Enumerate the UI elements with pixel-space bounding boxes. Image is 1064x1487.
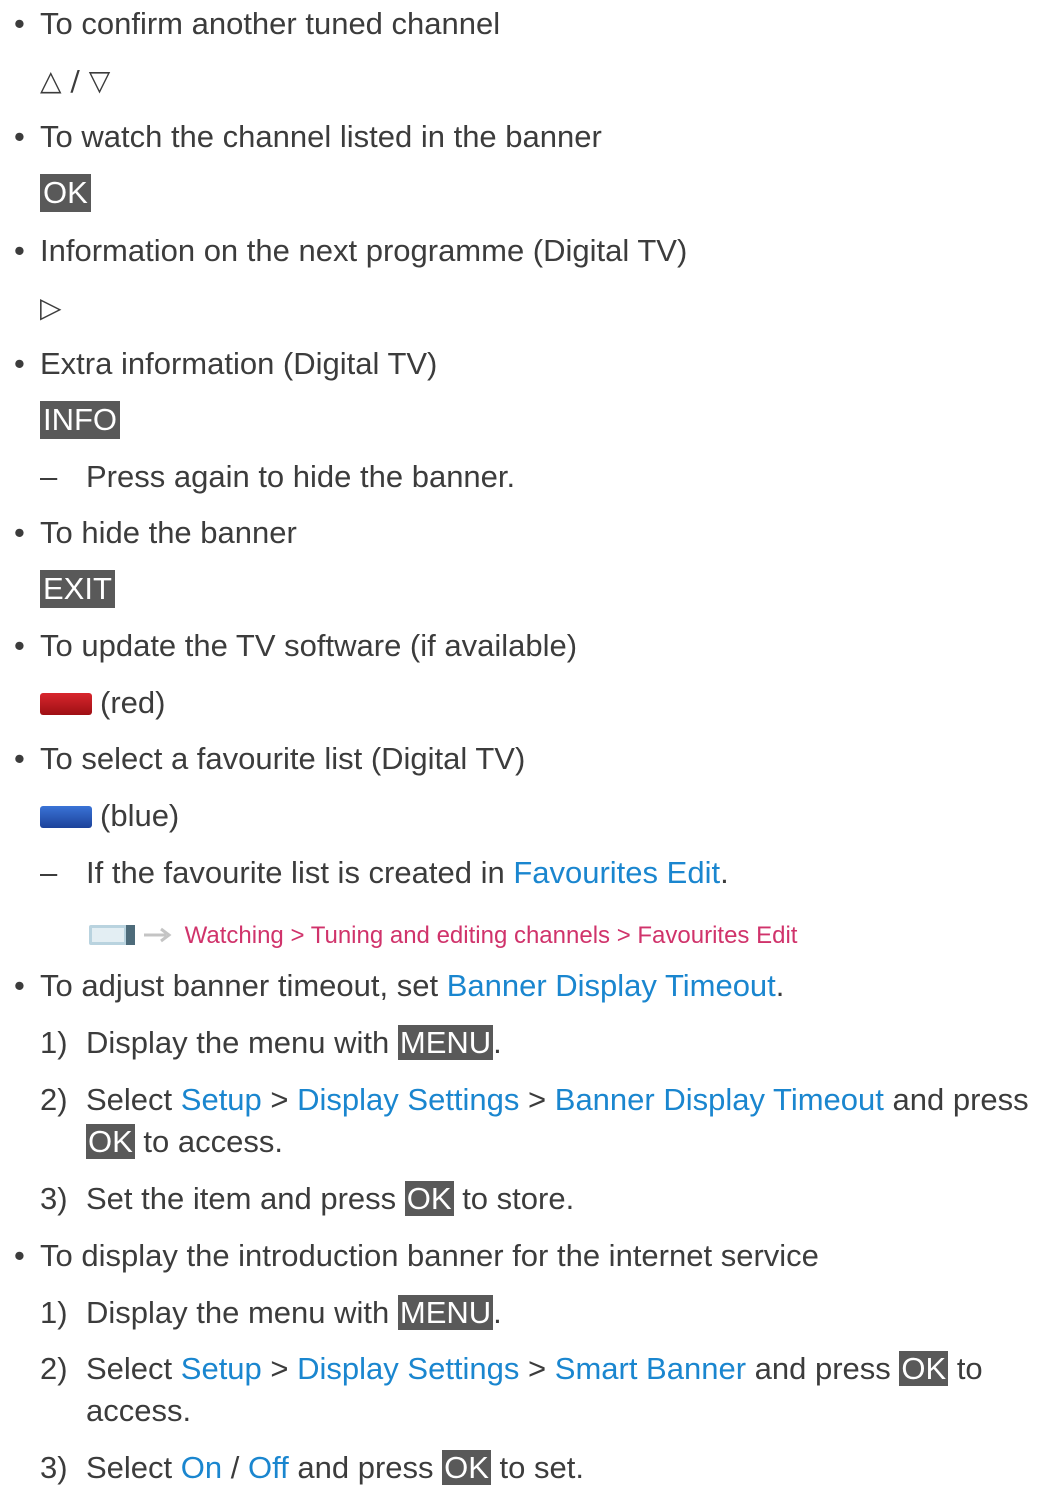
red-button-icon	[40, 693, 92, 715]
ok-key: OK	[404, 1181, 454, 1216]
step-text: Set the item and press OK to store.	[86, 1180, 574, 1218]
bullet-dot: •	[14, 346, 25, 381]
red-label: (red)	[100, 685, 166, 720]
bullet-dot: •	[14, 515, 25, 550]
fav-note: If the favourite list is created in Favo…	[86, 854, 729, 892]
period: .	[493, 1295, 502, 1330]
dash: –	[40, 459, 58, 494]
display-settings-link[interactable]: Display Settings	[297, 1351, 519, 1386]
banner-display-timeout-link[interactable]: Banner Display Timeout	[555, 1082, 884, 1117]
step-text-label: Select	[86, 1082, 181, 1117]
step-text-label: to	[948, 1351, 983, 1386]
ok-key-label: OK	[40, 174, 91, 212]
period: .	[720, 855, 729, 890]
step-number: 1)	[40, 1295, 68, 1330]
dash-note: –	[40, 458, 57, 496]
fav-note-text: If the favourite list is created in	[86, 855, 514, 890]
red-button-row: (red)	[40, 684, 165, 722]
banner-display-timeout-link[interactable]: Banner Display Timeout	[447, 968, 776, 1003]
step-number: 3)	[40, 1450, 68, 1485]
period: .	[775, 968, 785, 1003]
bullet-item: •	[14, 5, 25, 43]
setup-link[interactable]: Setup	[181, 1082, 262, 1117]
step-text: Display the menu with MENU.	[86, 1024, 502, 1062]
exit-key: EXIT	[40, 570, 115, 608]
blue-button-row: (blue)	[40, 797, 179, 835]
separator: /	[222, 1450, 248, 1485]
step-text-label: to set.	[490, 1450, 584, 1485]
menu-key: MENU	[397, 1295, 494, 1330]
step-text: Display the menu with MENU.	[86, 1294, 502, 1332]
bullet-text: Extra information (Digital TV)	[40, 346, 438, 381]
bullet-text: To adjust banner timeout, set Banner Dis…	[40, 967, 784, 1005]
reference-arrow-icon	[89, 925, 172, 945]
step-text-cont: access.	[86, 1393, 192, 1428]
step-text: Select Setup > Display Settings > Banner…	[86, 1081, 1029, 1119]
bullet-dot: •	[14, 628, 25, 663]
ok-key: OK	[40, 174, 91, 212]
step-text-label: Display the menu with	[86, 1295, 398, 1330]
exit-key-label: EXIT	[40, 570, 115, 608]
bullet-text: To hide the banner	[40, 515, 297, 550]
bullet-text: To watch the channel listed in the banne…	[40, 119, 602, 154]
timeout-text: To adjust banner timeout, set	[40, 968, 447, 1003]
step-text: Select On / Off and press OK to set.	[86, 1449, 584, 1487]
bullet-text: To confirm another tuned channel	[40, 6, 501, 41]
step-text-label: Select	[86, 1450, 181, 1485]
step-text-label: and press	[746, 1351, 900, 1386]
off-link[interactable]: Off	[248, 1450, 289, 1485]
favourites-edit-link[interactable]: Favourites Edit	[513, 855, 720, 890]
smart-banner-link[interactable]: Smart Banner	[555, 1351, 746, 1386]
ok-key: OK	[86, 1124, 135, 1159]
up-down-keys: △ / ▽	[40, 64, 111, 97]
bullet-text: To update the TV software (if available)	[40, 628, 578, 663]
info-key-label: INFO	[40, 401, 121, 439]
info-key: INFO	[40, 401, 121, 439]
bullet-text: To select a favourite list (Digital TV)	[40, 741, 526, 776]
separator: >	[261, 1351, 298, 1386]
step-number: 3)	[40, 1181, 68, 1216]
blue-button-icon	[40, 806, 92, 828]
on-link[interactable]: On	[181, 1450, 222, 1485]
ok-key: OK	[442, 1450, 491, 1485]
dash: –	[40, 855, 58, 890]
blue-label: (blue)	[100, 798, 180, 833]
bullet-dot: •	[14, 233, 25, 268]
separator: >	[519, 1082, 555, 1117]
display-settings-link[interactable]: Display Settings	[297, 1082, 519, 1117]
step-text-label: to store.	[453, 1181, 575, 1216]
step-number: 2)	[40, 1351, 68, 1386]
bullet-text: Information on the next programme (Digit…	[40, 233, 688, 268]
step-text-cont: OK to access.	[86, 1123, 283, 1161]
step-text-label: and press	[288, 1450, 443, 1485]
step-text-label: Set the item and press	[86, 1181, 405, 1216]
bullet-text: To display the introduction banner for t…	[40, 1238, 819, 1273]
step-text: Select Setup > Display Settings > Smart …	[86, 1350, 983, 1388]
bullet-dot: •	[14, 741, 25, 776]
bullet-dot: •	[14, 6, 25, 41]
step-text-label: Select	[86, 1351, 181, 1386]
step-number: 2)	[40, 1082, 68, 1117]
reference-path-link[interactable]: Watching > Tuning and editing channels >…	[185, 922, 798, 949]
step-text-label: to access.	[134, 1124, 283, 1159]
setup-link[interactable]: Setup	[181, 1351, 262, 1386]
right-key: ▷	[40, 291, 62, 324]
reference-row: Watching > Tuning and editing channels >…	[86, 914, 797, 955]
separator: >	[261, 1082, 298, 1117]
bullet-dot: •	[14, 119, 25, 154]
step-number: 1)	[40, 1025, 68, 1060]
separator: >	[519, 1351, 555, 1386]
note-text: Press again to hide the banner.	[86, 459, 516, 494]
bullet-dot: •	[14, 968, 25, 1003]
bullet-dot: •	[14, 1238, 25, 1273]
menu-key: MENU	[397, 1025, 494, 1060]
step-text-label: Display the menu with	[86, 1025, 398, 1060]
ok-key: OK	[899, 1351, 949, 1386]
period: .	[493, 1025, 502, 1060]
step-text-label: and press	[883, 1082, 1029, 1117]
